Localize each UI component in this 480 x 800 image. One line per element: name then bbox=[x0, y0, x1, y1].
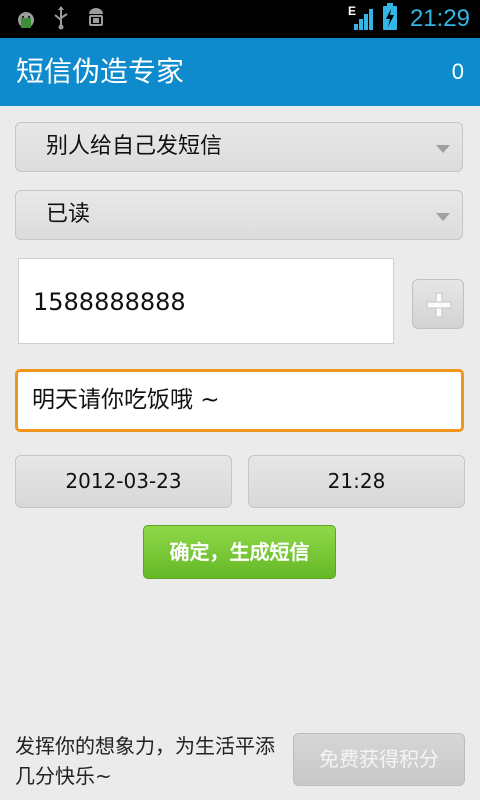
message-input[interactable]: 明天请你吃饭哦 ~ bbox=[15, 369, 464, 432]
app-title: 短信伪造专家 bbox=[16, 55, 185, 88]
phone-number-value: 1588888888 bbox=[33, 288, 186, 316]
dropdown-arrow-icon bbox=[436, 145, 450, 153]
dropdown-arrow-icon bbox=[436, 213, 450, 221]
sender-mode-spinner[interactable]: 别人给自己发短信 bbox=[15, 122, 463, 172]
date-picker-button[interactable]: 2012-03-23 bbox=[15, 455, 232, 508]
android-icon bbox=[84, 6, 108, 34]
free-points-button[interactable]: 免费获得积分 bbox=[293, 733, 465, 786]
read-state-spinner[interactable]: 已读 bbox=[15, 190, 463, 240]
clock: 21:29 bbox=[409, 5, 470, 32]
message-value: 明天请你吃饭哦 ~ bbox=[32, 387, 220, 413]
usb-icon bbox=[52, 6, 70, 34]
read-state-label: 已读 bbox=[46, 202, 91, 227]
battery-charging-icon bbox=[382, 3, 398, 35]
credit-count: 0 bbox=[451, 59, 464, 84]
action-bar: 短信伪造专家 0 bbox=[0, 38, 480, 106]
phone-number-input[interactable]: 1588888888 bbox=[18, 258, 394, 344]
android-debug-icon bbox=[14, 6, 38, 34]
confirm-generate-button[interactable]: 确定，生成短信 bbox=[143, 525, 336, 579]
time-picker-button[interactable]: 21:28 bbox=[248, 455, 465, 508]
sender-mode-label: 别人给自己发短信 bbox=[46, 134, 223, 159]
add-contact-button[interactable] bbox=[412, 279, 464, 329]
status-bar: E 21:29 bbox=[0, 0, 480, 38]
footer-tagline: 发挥你的想象力，为生活平添几分快乐~ bbox=[15, 734, 275, 788]
signal-icon: E bbox=[348, 4, 376, 32]
plus-icon bbox=[426, 292, 452, 318]
